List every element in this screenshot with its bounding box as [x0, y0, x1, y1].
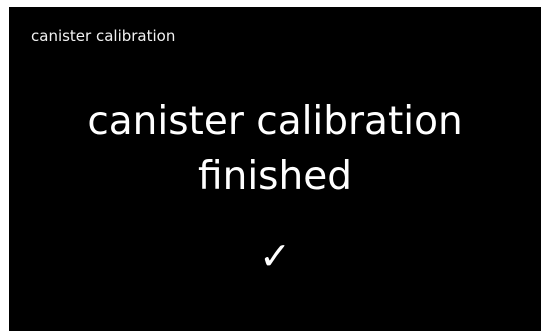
- completion-message-line-2: finished: [198, 154, 352, 199]
- screen-title: canister calibration: [31, 27, 176, 45]
- calibration-screen: canister calibration canister calibratio…: [9, 7, 541, 331]
- completion-message: canister calibration finished: [9, 94, 541, 204]
- check-icon: ✓: [259, 234, 291, 278]
- completion-message-line-1: canister calibration: [87, 99, 463, 144]
- window-frame: canister calibration canister calibratio…: [0, 0, 542, 331]
